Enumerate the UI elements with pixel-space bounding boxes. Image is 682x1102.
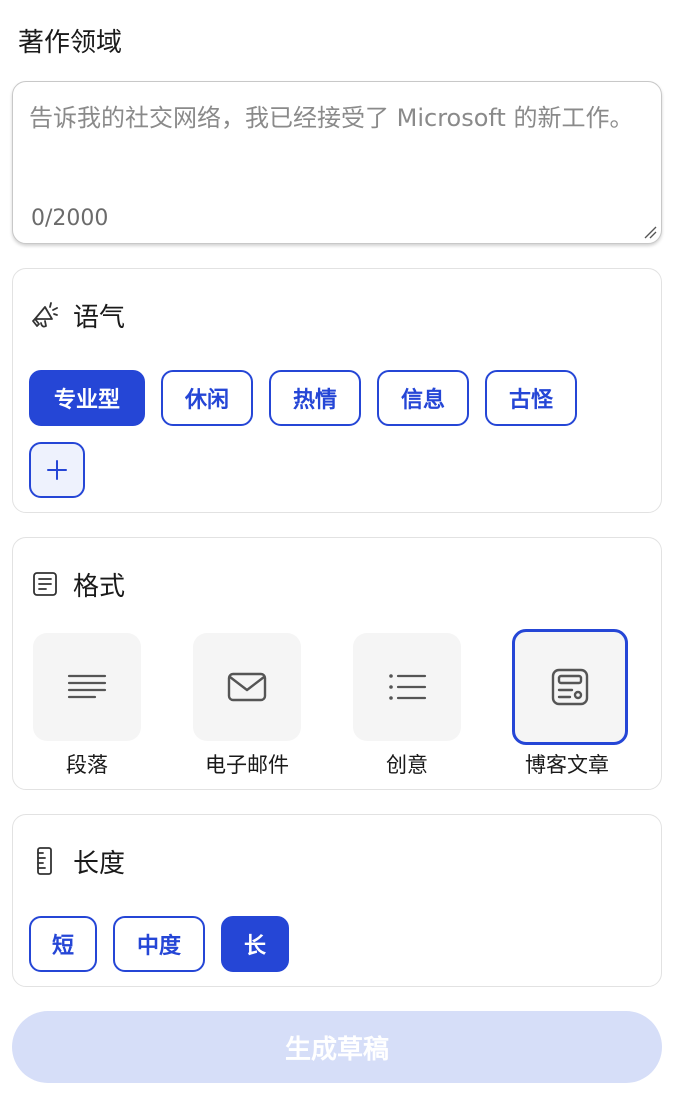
mail-icon — [227, 672, 267, 702]
paragraph-icon — [67, 674, 107, 699]
format-title: 格式 — [73, 571, 126, 602]
page-title: 著作领域 — [18, 28, 123, 58]
length-chip-short[interactable]: 短 — [29, 916, 97, 972]
format-header: 格式 — [29, 564, 125, 604]
ruler-icon — [37, 847, 52, 875]
format-tile — [353, 633, 461, 741]
add-tone-button[interactable] — [29, 442, 85, 498]
prompt-box: 0/2000 — [12, 81, 662, 244]
tone-chip-informational[interactable]: 信息 — [377, 370, 469, 426]
generate-draft-button[interactable]: 生成草稿 — [12, 1011, 662, 1083]
plus-icon — [47, 460, 67, 480]
resize-grip-icon[interactable] — [643, 225, 657, 239]
tone-chip-professional[interactable]: 专业型 — [29, 370, 145, 426]
tone-header: 语气 — [29, 295, 125, 335]
length-chip-long[interactable]: 长 — [221, 916, 289, 972]
format-option-email[interactable]: 电子邮件 — [192, 633, 302, 779]
format-option-idea[interactable]: 创意 — [352, 633, 462, 779]
tone-chip-funny[interactable]: 古怪 — [485, 370, 577, 426]
document-lines-icon — [33, 572, 57, 596]
format-option-paragraph[interactable]: 段落 — [32, 633, 142, 779]
format-card: 格式 段落 电子邮件 创意 博客文章 — [12, 537, 662, 790]
prompt-input[interactable] — [29, 98, 649, 198]
tone-chip-enthusiastic[interactable]: 热情 — [269, 370, 361, 426]
megaphone-icon — [32, 302, 58, 328]
tone-card: 语气 专业型 休闲 热情 信息 古怪 — [12, 268, 662, 513]
format-tile — [33, 633, 141, 741]
format-label: 段落 — [66, 753, 108, 777]
char-count: 0/2000 — [31, 206, 109, 231]
format-option-blog-post[interactable]: 博客文章 — [512, 629, 628, 779]
list-icon — [389, 674, 427, 700]
tone-title: 语气 — [73, 302, 126, 333]
format-label: 电子邮件 — [205, 753, 289, 777]
blog-post-icon — [551, 668, 589, 706]
length-header: 长度 — [29, 841, 125, 881]
tone-chip-casual[interactable]: 休闲 — [161, 370, 253, 426]
format-label: 博客文章 — [525, 753, 609, 777]
format-tile — [512, 629, 628, 745]
format-tile — [193, 633, 301, 741]
length-card: 长度 短 中度 长 — [12, 814, 662, 987]
length-title: 长度 — [73, 848, 126, 879]
length-chip-medium[interactable]: 中度 — [113, 916, 205, 972]
format-label: 创意 — [386, 753, 428, 777]
